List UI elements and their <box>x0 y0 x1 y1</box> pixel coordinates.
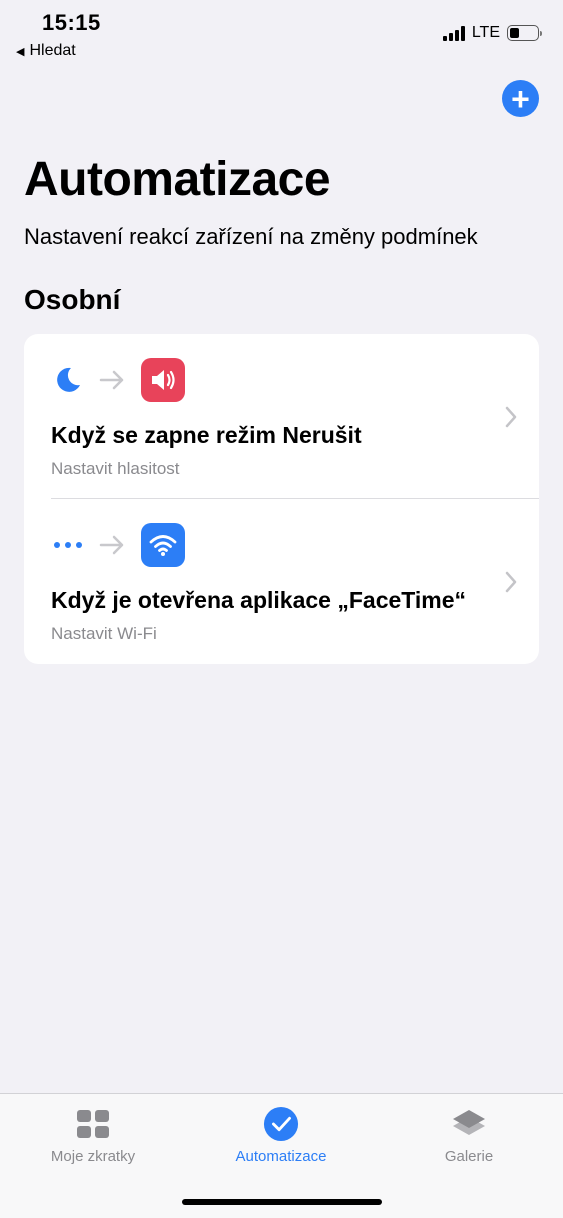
automation-row-do-not-disturb[interactable]: Když se zapne režim Nerušit Nastavit hla… <box>24 334 539 499</box>
checkmark-circle-icon <box>263 1106 299 1142</box>
section-title-personal: Osobní <box>24 284 121 315</box>
automation-subtitle: Nastavit hlasitost <box>51 459 180 478</box>
arrow-right-icon <box>99 528 129 562</box>
add-automation-button[interactable]: + <box>502 80 539 117</box>
layers-icon <box>451 1106 487 1142</box>
automation-title: Když je otevřena aplikace „FaceTime“ <box>51 587 467 613</box>
battery-icon <box>507 25 542 41</box>
automation-icons <box>51 358 185 402</box>
automation-icons <box>51 523 185 567</box>
speaker-volume-icon <box>141 358 185 402</box>
chevron-right-icon <box>505 406 517 428</box>
tab-my-shortcuts[interactable]: Moje zkratky <box>13 1106 173 1165</box>
automation-title: Když se zapne režim Nerušit <box>51 422 362 448</box>
tab-label: Galerie <box>444 1148 494 1165</box>
back-to-search-button[interactable]: ◀ Hledat <box>16 42 76 60</box>
battery-level <box>510 28 520 38</box>
cellular-signal-icon <box>442 25 465 41</box>
status-bar: 15:15 ◀ Hledat LTE <box>0 0 563 70</box>
home-indicator[interactable] <box>182 1199 382 1205</box>
plus-icon: + <box>511 80 530 117</box>
wifi-icon <box>141 523 185 567</box>
tab-automation[interactable]: Automatizace <box>201 1106 361 1165</box>
network-type: LTE <box>471 24 500 41</box>
tab-label: Automatizace <box>235 1148 327 1165</box>
automation-row-facetime[interactable]: Když je otevřena aplikace „FaceTime“ Nas… <box>24 499 539 664</box>
moon-icon <box>51 363 85 397</box>
automation-subtitle: Nastavit Wi-Fi <box>51 624 157 643</box>
status-time: 15:15 <box>42 10 101 35</box>
back-triangle-icon: ◀ <box>16 45 25 58</box>
ellipsis-icon <box>51 528 85 562</box>
page-subtitle: Nastavení reakcí zařízení na změny podmí… <box>24 224 478 249</box>
back-label: Hledat <box>29 42 76 59</box>
tab-label: Moje zkratky <box>50 1148 136 1165</box>
tab-gallery[interactable]: Galerie <box>389 1106 549 1165</box>
status-indicators: LTE <box>442 24 542 42</box>
grid-icon <box>75 1106 111 1142</box>
page-title: Automatizace <box>24 153 331 206</box>
automation-list: Když se zapne režim Nerušit Nastavit hla… <box>24 334 539 664</box>
arrow-right-icon <box>99 363 129 397</box>
chevron-right-icon <box>505 571 517 593</box>
